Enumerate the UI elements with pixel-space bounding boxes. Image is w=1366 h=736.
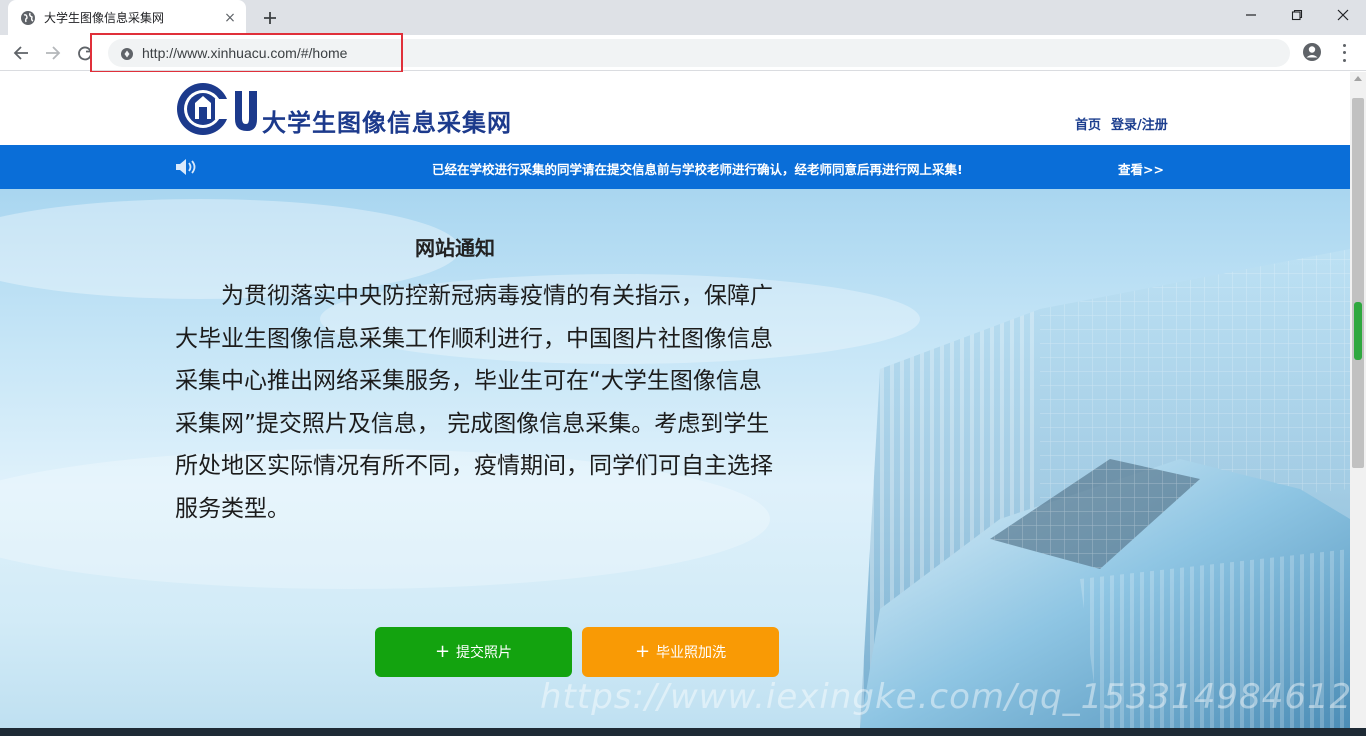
new-tab-icon[interactable]: [258, 6, 282, 30]
scroll-up-arrow-icon[interactable]: [1354, 76, 1362, 81]
url-text: http://www.xinhuacu.com/#/home: [142, 45, 348, 61]
notice-title: 网站通知: [415, 236, 495, 260]
page-scrollbar[interactable]: [1350, 72, 1366, 728]
nav-home-link[interactable]: 首页: [1075, 114, 1101, 133]
speaker-icon: [174, 158, 200, 176]
page-viewport: 大学生图像信息采集网 首页 登录/注册 已经在学校进行采集的同学请在提交信息前与…: [0, 72, 1350, 728]
scroll-thumb[interactable]: [1352, 98, 1364, 468]
submit-photo-button[interactable]: + 提交照片: [375, 627, 572, 677]
announcement-text: 已经在学校进行采集的同学请在提交信息前与学校老师进行确认，经老师同意后再进行网上…: [432, 162, 963, 177]
back-arrow-icon[interactable]: [8, 40, 34, 66]
nav-login-link[interactable]: 登录/注册: [1111, 114, 1168, 133]
hero-section: 网站通知 为贯彻落实中央防控新冠病毒疫情的有关指示，保障广大毕业生图像信息采集工…: [0, 189, 1350, 728]
watermark-text: https://www.iexingke.com/qq_153314984612…: [540, 677, 1350, 717]
address-bar[interactable]: http://www.xinhuacu.com/#/home: [108, 39, 1290, 67]
graduation-print-button[interactable]: + 毕业照加洗: [582, 627, 779, 677]
minimize-icon[interactable]: [1228, 0, 1274, 30]
close-window-icon[interactable]: [1320, 0, 1366, 30]
announcement-bar: 已经在学校进行采集的同学请在提交信息前与学校老师进行确认，经老师同意后再进行网上…: [0, 145, 1350, 189]
browser-toolbar: http://www.xinhuacu.com/#/home: [0, 35, 1366, 71]
site-logo-text[interactable]: 大学生图像信息采集网: [262, 103, 512, 138]
tab-title: 大学生图像信息采集网: [44, 11, 165, 25]
reload-icon[interactable]: [72, 40, 98, 66]
notice-body: 为贯彻落实中央防控新冠病毒疫情的有关指示，保障广大毕业生图像信息采集工作顺利进行…: [175, 283, 773, 522]
header-nav: 首页 登录/注册: [1075, 114, 1168, 133]
plus-icon: +: [634, 641, 651, 662]
forward-arrow-icon[interactable]: [40, 40, 66, 66]
announcement-more-link[interactable]: 查看>>: [1118, 159, 1164, 178]
close-tab-icon[interactable]: ×: [222, 10, 238, 26]
browser-tab[interactable]: 大学生图像信息采集网 ×: [8, 0, 246, 35]
restore-icon[interactable]: [1274, 0, 1320, 30]
site-logo-icon[interactable]: [175, 81, 259, 137]
plus-icon: +: [434, 641, 451, 662]
browser-tab-strip: 大学生图像信息采集网 ×: [0, 0, 1366, 35]
os-taskbar: [0, 728, 1366, 736]
more-menu-icon[interactable]: [1336, 42, 1352, 64]
site-header: 大学生图像信息采集网 首页 登录/注册: [0, 72, 1350, 145]
graduation-print-label: 毕业照加洗: [656, 645, 727, 661]
globe-icon: [20, 10, 36, 26]
submit-photo-label: 提交照片: [456, 645, 513, 661]
scroll-marker: [1354, 302, 1362, 360]
profile-icon[interactable]: [1302, 42, 1322, 62]
site-info-icon[interactable]: [120, 46, 134, 60]
